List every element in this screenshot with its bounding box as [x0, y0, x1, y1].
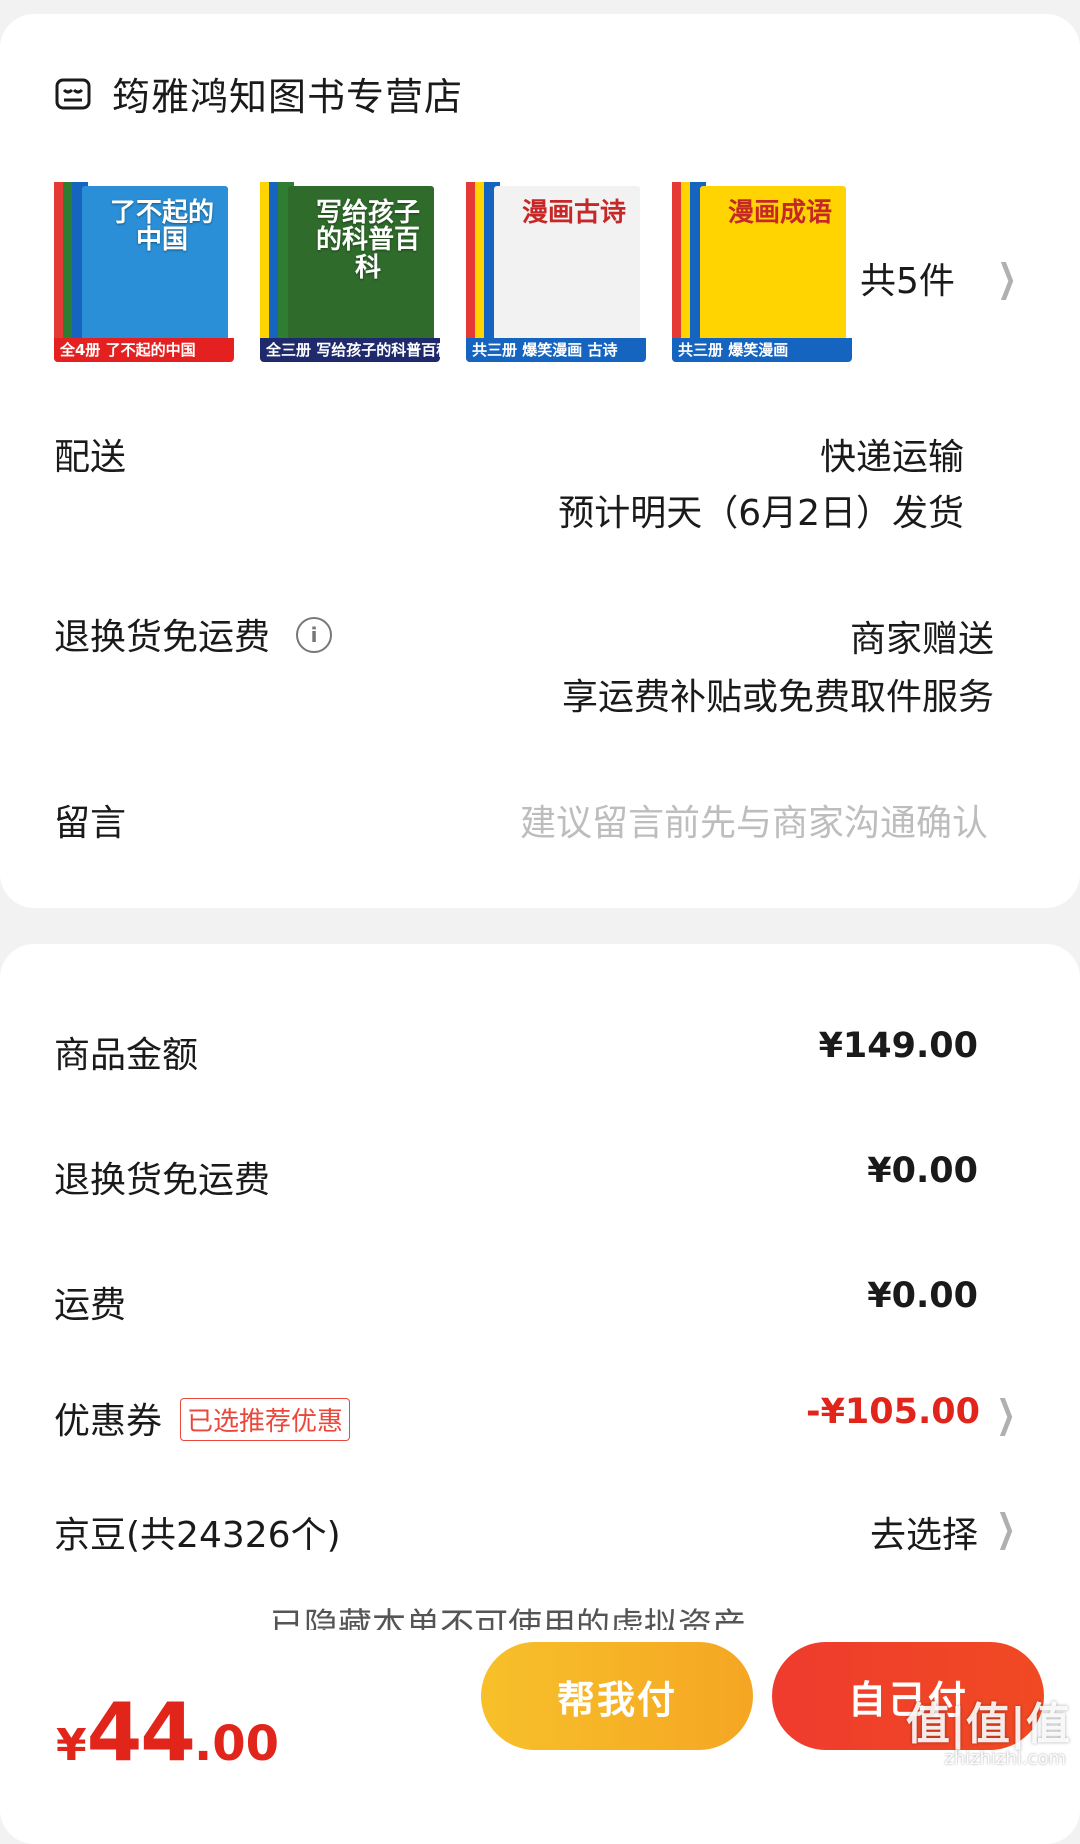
message-label: 留言	[54, 803, 127, 844]
total-int: 44	[86, 1686, 196, 1779]
shipping-label: 运费	[54, 1285, 127, 1326]
book-band: 全三册 写给孩子的科普百科启蒙书	[260, 338, 440, 362]
return-fee-value: ¥0.00	[867, 1151, 978, 1191]
goods-amount-value: ¥149.00	[818, 1026, 978, 1066]
info-icon[interactable]: i	[296, 617, 333, 653]
beans-select[interactable]: 去选择	[870, 1506, 978, 1558]
watermark-logo: 值|值|值	[905, 1699, 1070, 1750]
book-title: 写给孩子的科普百科	[315, 198, 420, 283]
product-thumbnail[interactable]: 写给孩子的科普百科全三册 写给孩子的科普百科启蒙书	[260, 172, 440, 362]
order-info-card: 筠雅鸿知图书专营店 了不起的中国 全4册 了不起的中国 写给孩子的科普百科 全三册 写…	[0, 14, 1080, 908]
product-thumbnail[interactable]: 了不起的中国全4册 了不起的中国	[54, 172, 234, 362]
total-yen: ¥	[56, 1720, 87, 1771]
product-thumbnail[interactable]: 漫画成语共三册 爆笑漫画	[672, 172, 852, 362]
beans-label: 京豆(共24326个)	[54, 1515, 341, 1556]
chevron-right-icon: ❯	[996, 1392, 1016, 1436]
items-count: 共5件	[860, 261, 955, 302]
return-fee-label: 退换货免运费	[54, 1160, 271, 1201]
shipping-value: ¥0.00	[867, 1276, 978, 1316]
book-band: 共三册 爆笑漫画 古诗	[466, 338, 646, 362]
coupon-label: 优惠券	[54, 1401, 163, 1442]
book-band: 全4册 了不起的中国	[54, 338, 234, 362]
total-price: ¥44.00	[56, 1686, 279, 1779]
delivery-eta: 预计明天（6月2日）发货	[558, 493, 964, 534]
coupon-row[interactable]: 优惠券 已选推荐优惠	[54, 1392, 351, 1445]
store-row[interactable]: 筠雅鸿知图书专营店	[54, 66, 463, 121]
delivery-method[interactable]: 快递运输	[820, 428, 964, 480]
delivery-label: 配送	[54, 437, 127, 478]
book-title: 了不起的中国	[109, 198, 214, 256]
return-service-provider: 商家赠送	[849, 619, 994, 660]
chevron-right-icon: ❯	[997, 256, 1017, 300]
chevron-right-icon: ❯	[996, 1506, 1016, 1550]
items-count-link[interactable]: 共5件 ❯	[860, 252, 1023, 304]
total-dec: .00	[193, 1716, 279, 1772]
book-title: 漫画古诗	[521, 198, 626, 228]
product-thumbnail[interactable]: 漫画古诗共三册 爆笑漫画 古诗	[466, 172, 646, 362]
book-title: 漫画成语	[727, 198, 832, 228]
watermark-url: zhizhizhi.com	[944, 1748, 1066, 1769]
return-service-row: 退换货免运费 i	[54, 608, 333, 660]
book-band: 共三册 爆笑漫画	[672, 338, 852, 362]
goods-amount-label: 商品金额	[54, 1035, 199, 1076]
store-name: 筠雅鸿知图书专营店	[112, 75, 464, 119]
coupon-value[interactable]: -¥105.00	[806, 1392, 980, 1432]
help-pay-button[interactable]: 帮我付	[481, 1642, 753, 1750]
return-service-desc: 享运费补贴或免费取件服务	[561, 677, 994, 718]
coupon-tag: 已选推荐优惠	[180, 1397, 351, 1441]
store-icon	[55, 78, 91, 109]
message-input[interactable]: 建议留言前先与商家沟通确认	[520, 794, 988, 846]
return-service-label: 退换货免运费	[54, 617, 271, 658]
product-thumbnails[interactable]: 了不起的中国全4册 了不起的中国写给孩子的科普百科全三册 写给孩子的科普百科启蒙…	[54, 172, 852, 362]
